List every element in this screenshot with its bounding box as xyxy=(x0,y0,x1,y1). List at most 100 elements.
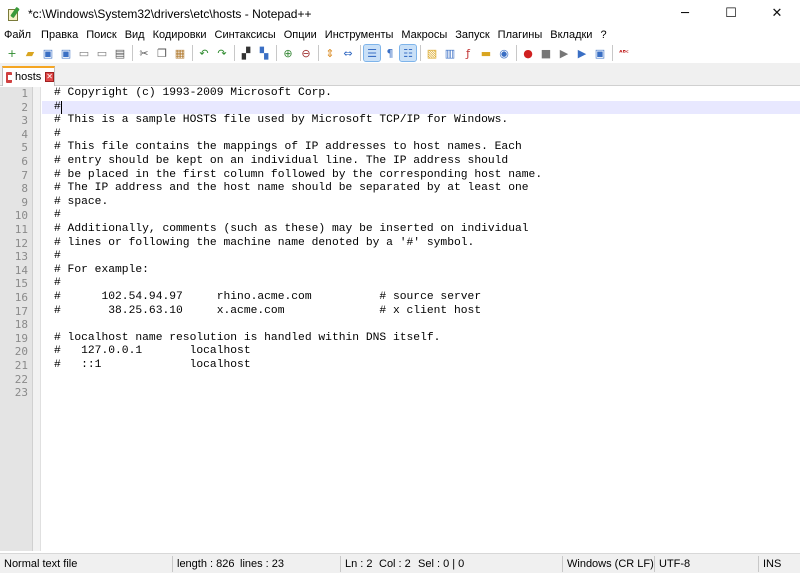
code-line[interactable]: # be placed in the first column followed… xyxy=(42,169,800,183)
code-line[interactable]: # This is a sample HOSTS file used by Mi… xyxy=(42,114,800,128)
new-file-button[interactable]: + xyxy=(4,45,20,61)
menu-item-0[interactable]: Файл xyxy=(4,29,31,41)
text-area[interactable]: # Copyright (c) 1993-2009 Microsoft Corp… xyxy=(42,87,800,551)
redo-button[interactable]: ↷ xyxy=(214,45,230,61)
close-all-button[interactable]: ▭ xyxy=(94,45,110,61)
editor[interactable]: 1 2 3 4 5 6 7 8 9 10 11 12 13 14 15 16 17 18 19 20 21 22 23 # … xyxy=(0,87,800,551)
menu-item-4[interactable]: Кодировки xyxy=(153,29,207,41)
line-number: 6 xyxy=(21,155,28,168)
cut-button[interactable]: ✂ xyxy=(136,45,152,61)
play-macro-button[interactable]: ▶ xyxy=(556,45,572,61)
toolbar-separator xyxy=(612,45,613,61)
window-controls: ─ ☐ ✕ xyxy=(662,0,800,27)
word-wrap-button[interactable]: ☰ xyxy=(363,44,381,62)
code-line[interactable]: # entry should be kept on an individual … xyxy=(42,155,800,169)
paste-button[interactable]: ▦ xyxy=(172,45,188,61)
maximize-button[interactable]: ☐ xyxy=(708,0,754,27)
save-macro-button[interactable]: ▣ xyxy=(592,45,608,61)
code-line[interactable]: # 127.0.0.1 localhost xyxy=(42,345,800,359)
toolbar-separator xyxy=(318,45,319,61)
code-line[interactable]: # xyxy=(42,100,800,115)
indent-guide-icon: ☷ xyxy=(403,46,413,60)
copy-button[interactable]: ❐ xyxy=(154,45,170,61)
monitoring-button[interactable]: ◉ xyxy=(496,45,512,61)
code-line[interactable]: # Copyright (c) 1993-2009 Microsoft Corp… xyxy=(42,87,800,101)
code-line[interactable]: # This file contains the mappings of IP … xyxy=(42,141,800,155)
minimize-button[interactable]: ─ xyxy=(662,0,708,27)
sync-vertical-button[interactable]: ⇕ xyxy=(322,45,338,61)
menu-item-2[interactable]: Поиск xyxy=(86,29,116,41)
code-line[interactable]: # xyxy=(42,209,800,223)
code-line[interactable] xyxy=(42,386,800,400)
record-macro-button[interactable]: ● xyxy=(520,45,536,61)
status-encoding[interactable]: UTF-8 xyxy=(655,554,690,573)
code-line[interactable] xyxy=(42,373,800,387)
line-number: 5 xyxy=(21,141,28,155)
menu-item-3[interactable]: Вид xyxy=(125,29,145,41)
line-number: 9 xyxy=(21,195,28,209)
open-file-button[interactable]: ▰ xyxy=(22,45,38,61)
status-column[interactable]: Col : 2 xyxy=(375,554,411,573)
save-all-button[interactable]: ▣ xyxy=(58,45,74,61)
menu-item-9[interactable]: Запуск xyxy=(455,29,489,41)
code-line[interactable]: # lines or following the machine name de… xyxy=(42,237,800,251)
sync-horizontal-button[interactable]: ⇔ xyxy=(340,45,356,61)
run-macro-multiple-icon: ▶ xyxy=(577,46,587,60)
code-line[interactable]: # The IP address and the host name shoul… xyxy=(42,182,800,196)
tab-close-button[interactable]: ✕ xyxy=(45,72,54,82)
line-number: 20 xyxy=(14,345,28,359)
code-line[interactable]: # 38.25.63.10 x.acme.com # x client host xyxy=(42,305,800,319)
close-button[interactable]: ✕ xyxy=(754,0,800,27)
menu-item-10[interactable]: Плагины xyxy=(498,29,543,41)
replace-button[interactable]: ▚ xyxy=(256,45,272,61)
document-map-button[interactable]: ▥ xyxy=(442,45,458,61)
menu-item-7[interactable]: Инструменты xyxy=(325,29,394,41)
print-button[interactable]: ▤ xyxy=(112,45,128,61)
code-line[interactable] xyxy=(42,318,800,332)
menu-item-6[interactable]: Опции xyxy=(284,29,317,41)
replace-icon: ▚ xyxy=(259,46,269,60)
line-number-gutter[interactable]: 1 2 3 4 5 6 7 8 9 10 11 12 13 14 15 16 17 18 19 20 21 22 23 xyxy=(0,87,33,551)
code-line[interactable]: # xyxy=(42,128,800,142)
save-button[interactable]: ▣ xyxy=(40,45,56,61)
menu-item-11[interactable]: Вкладки xyxy=(550,29,592,41)
close-file-icon: ▭ xyxy=(78,46,90,60)
menu-item-1[interactable]: Правка xyxy=(41,29,78,41)
code-line[interactable]: # ::1 localhost xyxy=(42,359,800,373)
code-line[interactable]: # xyxy=(42,277,800,291)
tab-label: hosts xyxy=(15,71,42,83)
status-insert-mode[interactable]: INS xyxy=(759,554,781,573)
menu-item-12[interactable]: ? xyxy=(600,29,606,41)
find-button[interactable]: ▞ xyxy=(238,45,254,61)
run-macro-multiple-button[interactable]: ▶ xyxy=(574,45,590,61)
zoom-out-button[interactable]: ⊖ xyxy=(298,45,314,61)
spell-check-button[interactable]: ᴬᴮᶜ xyxy=(616,45,632,61)
print-icon: ▤ xyxy=(114,46,126,60)
zoom-in-button[interactable]: ⊕ xyxy=(280,45,296,61)
define-language-button[interactable]: ▧ xyxy=(424,45,440,61)
code-line[interactable]: # 102.54.94.97 rhino.acme.com # source s… xyxy=(42,291,800,305)
show-all-chars-button[interactable]: ¶ xyxy=(382,45,398,61)
code-line[interactable]: # space. xyxy=(42,196,800,210)
indent-guide-button[interactable]: ☷ xyxy=(399,44,417,62)
code-line[interactable]: # For example: xyxy=(42,264,800,278)
status-selection[interactable]: Sel : 0 | 0 xyxy=(414,554,464,573)
zoom-in-icon: ⊕ xyxy=(283,46,293,60)
function-list-button[interactable]: ƒ xyxy=(460,45,476,61)
line-number: 13 xyxy=(14,250,28,264)
tab-hosts[interactable]: hosts ✕ xyxy=(2,66,55,86)
stop-record-button[interactable]: ■ xyxy=(538,45,554,61)
status-line-number[interactable]: Ln : 2 xyxy=(341,554,373,573)
notepad-plus-plus-app-icon[interactable] xyxy=(7,6,21,21)
code-line[interactable]: # xyxy=(42,250,800,264)
fold-margin[interactable] xyxy=(33,87,41,551)
code-line[interactable]: # localhost name resolution is handled w… xyxy=(42,332,800,346)
code-line[interactable]: # Additionally, comments (such as these)… xyxy=(42,223,800,237)
menu-item-8[interactable]: Макросы xyxy=(401,29,447,41)
menu-item-5[interactable]: Синтаксисы xyxy=(215,29,276,41)
close-file-button[interactable]: ▭ xyxy=(76,45,92,61)
folder-workspace-button[interactable]: ▬ xyxy=(478,45,494,61)
toolbar-separator xyxy=(276,45,277,61)
undo-button[interactable]: ↶ xyxy=(196,45,212,61)
status-eol-format[interactable]: Windows (CR LF) xyxy=(563,554,654,573)
